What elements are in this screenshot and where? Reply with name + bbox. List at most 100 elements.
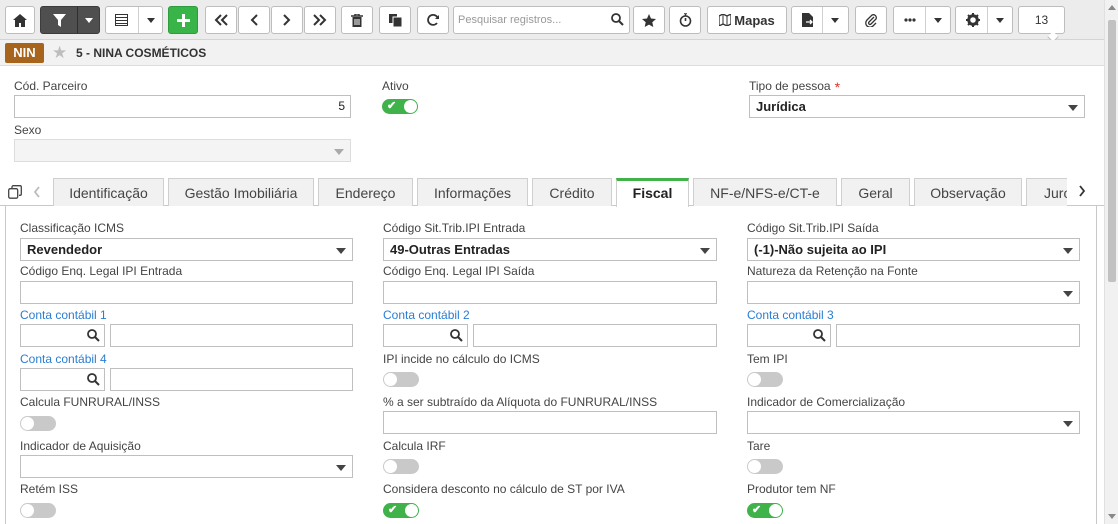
tab-credito[interactable]: Crédito bbox=[532, 178, 612, 206]
tab-geral[interactable]: Geral bbox=[841, 178, 910, 206]
filter-dropdown-icon[interactable] bbox=[85, 18, 93, 23]
copy-icon bbox=[388, 13, 402, 27]
settings-dropdown-icon[interactable] bbox=[996, 18, 1004, 23]
chevron-down-icon bbox=[336, 248, 346, 254]
conta-contabil-1-label[interactable]: Conta contábil 1 bbox=[20, 308, 107, 322]
produtor-nf-toggle[interactable]: ✔ bbox=[747, 503, 783, 518]
ind-comercializacao-select[interactable] bbox=[747, 411, 1080, 434]
more-options-dropdown-icon[interactable] bbox=[934, 18, 942, 23]
grid-view-dropdown-icon[interactable] bbox=[147, 18, 155, 23]
tab-scroll-left-icon[interactable] bbox=[33, 186, 41, 198]
search-input[interactable] bbox=[458, 11, 608, 29]
search-icon[interactable] bbox=[87, 373, 100, 386]
tab-endereco[interactable]: Endereço bbox=[318, 178, 413, 206]
copy-tabs-icon[interactable] bbox=[8, 185, 22, 199]
tab-juros[interactable]: Juros bbox=[1026, 178, 1067, 206]
duplicate-button[interactable] bbox=[379, 6, 411, 34]
tab-identificacao[interactable]: Identificação bbox=[53, 178, 164, 206]
cst-ipi-entrada-label: Código Sit.Trib.IPI Entrada bbox=[383, 221, 526, 235]
last-record-button[interactable] bbox=[304, 6, 336, 34]
tab-informacoes[interactable]: Informações bbox=[417, 178, 528, 206]
ind-aquisicao-select[interactable] bbox=[20, 455, 353, 478]
add-button[interactable] bbox=[168, 6, 198, 34]
retem-iss-toggle[interactable] bbox=[20, 503, 56, 518]
tipo-pessoa-select[interactable]: Jurídica bbox=[749, 95, 1085, 118]
conta-contabil-3-search[interactable] bbox=[747, 324, 831, 347]
tem-ipi-toggle[interactable] bbox=[747, 372, 783, 387]
conta-contabil-4-description[interactable] bbox=[110, 368, 353, 391]
percent-funrural-label: % a ser subtraído da Alíquota do FUNRURA… bbox=[383, 395, 658, 409]
chevron-down-icon bbox=[336, 465, 346, 471]
more-options-button[interactable] bbox=[893, 6, 951, 34]
search-icon[interactable] bbox=[813, 329, 826, 342]
cod-parceiro-input[interactable]: 5 bbox=[14, 95, 351, 118]
chevron-down-icon bbox=[1063, 421, 1073, 427]
export-dropdown-icon[interactable] bbox=[831, 18, 839, 23]
export-button[interactable] bbox=[791, 6, 849, 34]
scroll-down-icon[interactable] bbox=[1108, 514, 1116, 519]
vertical-scrollbar[interactable] bbox=[1104, 0, 1118, 524]
check-icon: ✔ bbox=[752, 504, 762, 516]
conta-contabil-2-description[interactable] bbox=[473, 324, 717, 347]
refresh-button[interactable] bbox=[417, 6, 449, 34]
record-header: NIN ★ 5 - NINA COSMÉTICOS bbox=[0, 40, 1104, 66]
record-count: 13 bbox=[1018, 6, 1065, 34]
cst-ipi-entrada-select[interactable]: 49-Outras Entradas bbox=[383, 238, 717, 261]
tare-toggle[interactable] bbox=[747, 459, 783, 474]
chevron-down-icon bbox=[1063, 291, 1073, 297]
record-badge: NIN bbox=[5, 43, 44, 63]
tab-observacao[interactable]: Observação bbox=[914, 178, 1022, 206]
funrural-label: Calcula FUNRURAL/INSS bbox=[20, 395, 161, 409]
natureza-retencao-select[interactable] bbox=[747, 281, 1080, 304]
settings-button[interactable] bbox=[955, 6, 1013, 34]
tab-nfe[interactable]: NF-e/NFS-e/CT-e bbox=[693, 178, 837, 206]
search-icon[interactable] bbox=[450, 329, 463, 342]
conta-contabil-2-search[interactable] bbox=[383, 324, 468, 347]
delete-button[interactable] bbox=[341, 6, 373, 34]
scroll-up-icon[interactable] bbox=[1108, 5, 1116, 10]
conta-contabil-4-search[interactable] bbox=[20, 368, 105, 391]
enq-ipi-saida-label: Código Enq. Legal IPI Saída bbox=[383, 264, 535, 278]
tab-gestao-imobiliaria[interactable]: Gestão Imobiliária bbox=[168, 178, 314, 206]
search-icon[interactable] bbox=[87, 329, 100, 342]
favorite-star-icon[interactable]: ★ bbox=[52, 43, 67, 63]
cod-parceiro-label: Cód. Parceiro bbox=[14, 79, 88, 93]
home-button[interactable] bbox=[5, 6, 35, 34]
paperclip-icon bbox=[865, 14, 877, 27]
ativo-toggle[interactable]: ✔ bbox=[382, 99, 418, 114]
enq-ipi-entrada-label: Código Enq. Legal IPI Entrada bbox=[20, 264, 183, 278]
next-record-button[interactable] bbox=[271, 6, 303, 34]
map-icon bbox=[719, 14, 732, 26]
enq-ipi-saida-input[interactable] bbox=[383, 281, 717, 304]
conta-contabil-1-search[interactable] bbox=[20, 324, 105, 347]
scrollbar-thumb[interactable] bbox=[1108, 20, 1116, 282]
percent-funrural-input[interactable] bbox=[383, 411, 717, 434]
filter-button[interactable] bbox=[40, 6, 100, 34]
grid-view-button[interactable] bbox=[105, 6, 163, 34]
favorite-button[interactable] bbox=[633, 6, 665, 34]
tab-scroll-right-icon[interactable] bbox=[1078, 185, 1086, 197]
classificacao-icms-select[interactable]: Revendedor bbox=[20, 238, 353, 261]
desconto-st-toggle[interactable]: ✔ bbox=[383, 503, 419, 518]
trash-icon bbox=[351, 13, 363, 27]
first-record-button[interactable] bbox=[205, 6, 237, 34]
tab-fiscal[interactable]: Fiscal bbox=[616, 178, 689, 207]
conta-contabil-4-label[interactable]: Conta contábil 4 bbox=[20, 352, 107, 366]
timer-button[interactable] bbox=[669, 6, 701, 34]
conta-contabil-3-description[interactable] bbox=[836, 324, 1080, 347]
funrural-toggle[interactable] bbox=[20, 416, 56, 431]
cst-ipi-saida-select[interactable]: (-1)-Não sujeita ao IPI bbox=[747, 238, 1080, 261]
cst-ipi-saida-label: Código Sit.Trib.IPI Saída bbox=[747, 221, 879, 235]
maps-button[interactable]: Mapas bbox=[707, 6, 787, 34]
attachment-button[interactable] bbox=[855, 6, 887, 34]
search-icon[interactable] bbox=[611, 13, 624, 26]
conta-contabil-2-label[interactable]: Conta contábil 2 bbox=[383, 308, 470, 322]
conta-contabil-1-description[interactable] bbox=[110, 324, 353, 347]
conta-contabil-3-label[interactable]: Conta contábil 3 bbox=[747, 308, 834, 322]
home-icon bbox=[13, 13, 27, 27]
enq-ipi-entrada-input[interactable] bbox=[20, 281, 353, 304]
ipi-icms-toggle[interactable] bbox=[383, 372, 419, 387]
previous-record-button[interactable] bbox=[238, 6, 270, 34]
check-icon: ✔ bbox=[388, 504, 398, 516]
calcula-irf-toggle[interactable] bbox=[383, 459, 419, 474]
